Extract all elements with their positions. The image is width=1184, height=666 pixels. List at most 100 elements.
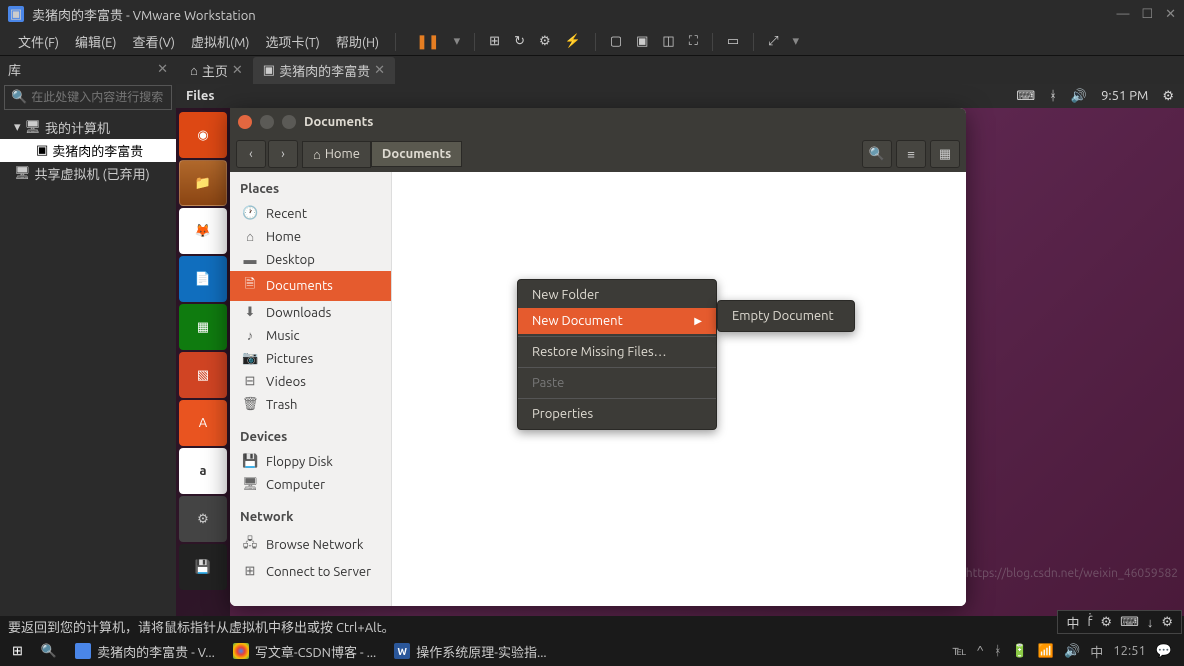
- sidebar-trash[interactable]: 🗑Trash: [230, 393, 391, 416]
- minimize-button[interactable]: —: [1116, 7, 1129, 22]
- forward-button[interactable]: ›: [268, 140, 298, 168]
- dropdown-icon[interactable]: ▾: [793, 34, 800, 49]
- manage-snapshot-icon[interactable]: ⚙: [539, 34, 551, 49]
- dropdown-icon[interactable]: ▾: [454, 34, 461, 49]
- ctx-restore-files[interactable]: Restore Missing Files…: [518, 339, 716, 365]
- clock[interactable]: 9:51 PM: [1101, 89, 1148, 103]
- path-home[interactable]: ⌂Home: [302, 141, 371, 168]
- menu-file[interactable]: 文件(F): [10, 32, 67, 51]
- ime-icon[interactable]: ↓: [1147, 615, 1154, 630]
- revert-icon[interactable]: ↻: [514, 34, 525, 49]
- launcher-calc[interactable]: ▦: [179, 304, 227, 350]
- window-close-button[interactable]: [238, 115, 252, 129]
- launcher-amazon[interactable]: a: [179, 448, 227, 494]
- tree-vm-selected[interactable]: ▣ 卖猪肉的李富贵: [0, 139, 176, 162]
- launcher-dash[interactable]: ◉: [179, 112, 227, 158]
- grid-view-button[interactable]: ▦: [930, 140, 960, 168]
- sidebar-recent[interactable]: 🕐Recent: [230, 202, 391, 225]
- usb-icon[interactable]: ⚡: [565, 34, 581, 49]
- fullscreen-icon[interactable]: ⛶: [689, 34, 698, 49]
- window-minimize-button[interactable]: [260, 115, 274, 129]
- ctx-new-folder[interactable]: New Folder: [518, 282, 716, 308]
- close-tab-icon[interactable]: ✕: [374, 63, 385, 78]
- tray-battery-icon[interactable]: 🔋: [1012, 644, 1028, 659]
- path-current[interactable]: Documents: [371, 141, 462, 167]
- sidebar-connect-server[interactable]: ⊞Connect to Server: [230, 560, 391, 583]
- single-window-icon[interactable]: ▢: [610, 34, 622, 49]
- window-maximize-button[interactable]: [282, 115, 296, 129]
- ctx-properties[interactable]: Properties: [518, 401, 716, 427]
- unity-icon[interactable]: ◫: [662, 34, 674, 49]
- close-panel-icon[interactable]: ✕: [157, 62, 168, 77]
- separator: [595, 33, 596, 51]
- sidebar-desktop[interactable]: ▬Desktop: [230, 248, 391, 271]
- menu-vm[interactable]: 虚拟机(M): [183, 32, 258, 51]
- ime-icon[interactable]: ⚙: [1161, 615, 1173, 630]
- sidebar-downloads[interactable]: ⬇Downloads: [230, 301, 391, 324]
- ime-icon[interactable]: ⌨: [1120, 615, 1139, 630]
- close-tab-icon[interactable]: ✕: [232, 63, 243, 78]
- launcher-firefox[interactable]: 🦊: [179, 208, 227, 254]
- multi-window-icon[interactable]: ▣: [636, 34, 648, 49]
- launcher-software[interactable]: A: [179, 400, 227, 446]
- tab-home[interactable]: ⌂ 主页 ✕: [180, 57, 253, 84]
- ctx-empty-document[interactable]: Empty Document: [718, 303, 854, 329]
- sidebar-browse-network[interactable]: 🖧Browse Network: [230, 530, 391, 560]
- vm-display[interactable]: Files ⌨ ᚼ 🔊 9:51 PM ⚙ ◉ 📁 🦊 📄: [176, 84, 1184, 616]
- start-button[interactable]: ⊞: [4, 637, 31, 665]
- stretch-icon[interactable]: ⤢: [768, 34, 778, 49]
- taskbar-browser[interactable]: 写文章-CSDN博客 - ...: [225, 637, 384, 665]
- menu-view[interactable]: 查看(V): [125, 32, 183, 51]
- search-input[interactable]: [31, 91, 186, 104]
- maximize-button[interactable]: ☐: [1141, 7, 1153, 22]
- ime-icon[interactable]: ⚙: [1100, 615, 1112, 630]
- snapshot-icon[interactable]: ⊞: [489, 34, 500, 49]
- tray-bluetooth-icon[interactable]: ᚼ: [994, 644, 1002, 658]
- taskbar-word[interactable]: W操作系统原理-实验指...: [386, 637, 554, 665]
- pause-button[interactable]: ❚❚: [416, 33, 439, 50]
- tab-vm[interactable]: ▣ 卖猪肉的李富贵 ✕: [253, 57, 395, 84]
- ime-tray[interactable]: 中 ḟ ⚙ ⌨ ↓ ⚙: [1057, 610, 1182, 634]
- tray-icon[interactable]: ℡: [953, 644, 967, 659]
- sidebar-videos[interactable]: ⊟Videos: [230, 370, 391, 393]
- library-search[interactable]: 🔍 ▾: [4, 85, 172, 110]
- gear-icon[interactable]: ⚙: [1162, 89, 1174, 104]
- tray-volume-icon[interactable]: 🔊: [1064, 644, 1080, 659]
- launcher-writer[interactable]: 📄: [179, 256, 227, 302]
- tray-ime-icon[interactable]: 中: [1090, 642, 1103, 661]
- ctx-new-document[interactable]: New Document▶: [518, 308, 716, 334]
- menu-edit[interactable]: 编辑(E): [67, 32, 124, 51]
- ubuntu-app-name[interactable]: Files: [186, 89, 214, 103]
- sidebar-floppy[interactable]: 💾Floppy Disk: [230, 450, 391, 473]
- sidebar-pictures[interactable]: 📷Pictures: [230, 347, 391, 370]
- sidebar-home[interactable]: ⌂Home: [230, 225, 391, 248]
- tray-notifications-icon[interactable]: 💬: [1156, 644, 1172, 659]
- taskbar-vmware[interactable]: 卖猪肉的李富贵 - V...: [67, 637, 223, 665]
- bluetooth-icon[interactable]: ᚼ: [1049, 89, 1057, 103]
- sidebar-documents[interactable]: 🗎Documents: [230, 271, 391, 301]
- ime-icon[interactable]: ḟ: [1087, 615, 1092, 629]
- tree-shared-vms[interactable]: 🖥 共享虚拟机 (已弃用): [0, 162, 176, 185]
- menu-tabs[interactable]: 选项卡(T): [257, 32, 327, 51]
- launcher-drive[interactable]: 💾: [179, 544, 227, 590]
- menu-help[interactable]: 帮助(H): [328, 32, 387, 51]
- launcher-impress[interactable]: ▧: [179, 352, 227, 398]
- list-view-button[interactable]: ≡: [896, 140, 926, 168]
- launcher-settings[interactable]: ⚙: [179, 496, 227, 542]
- launcher-files[interactable]: 📁: [179, 160, 227, 206]
- tray-wifi-icon[interactable]: 📶: [1038, 644, 1054, 659]
- back-button[interactable]: ‹: [236, 140, 266, 168]
- console-icon[interactable]: ▭: [727, 34, 739, 49]
- search-button[interactable]: 🔍: [862, 140, 892, 168]
- volume-icon[interactable]: 🔊: [1071, 89, 1087, 104]
- tray-area[interactable]: ℡ ^ ᚼ 🔋 📶 🔊 中 12:51 💬: [945, 637, 1180, 665]
- search-button[interactable]: 🔍: [33, 637, 65, 665]
- sidebar-computer[interactable]: 🖥Computer: [230, 473, 391, 496]
- tray-clock[interactable]: 12:51: [1113, 644, 1146, 658]
- close-button[interactable]: ✕: [1165, 7, 1176, 22]
- expand-icon[interactable]: ▾: [14, 120, 21, 135]
- tray-up-icon[interactable]: ^: [977, 644, 984, 658]
- tree-my-computer[interactable]: ▾ 🖥 我的计算机: [0, 116, 176, 139]
- keyboard-icon[interactable]: ⌨: [1016, 89, 1035, 104]
- sidebar-music[interactable]: ♪Music: [230, 324, 391, 347]
